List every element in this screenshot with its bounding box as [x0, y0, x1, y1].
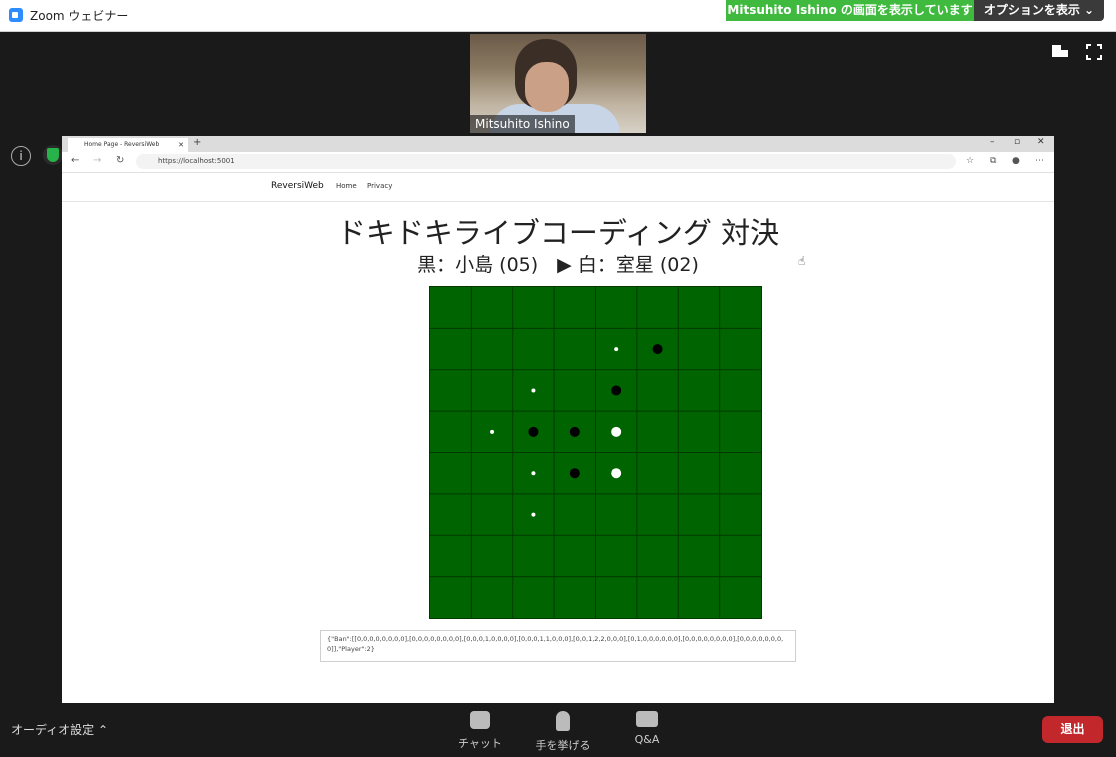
- layout-toggle-icon[interactable]: [1052, 44, 1068, 62]
- black-stone: [569, 426, 580, 437]
- refresh-icon[interactable]: ↻: [116, 155, 124, 166]
- turn-status: 黒：小島 (05) ▶ 白：室星 (02): [417, 254, 699, 276]
- tab-title: Home Page - ReversiWeb: [84, 141, 160, 148]
- move-hint-dot[interactable]: [614, 347, 619, 352]
- qa-icon: [636, 711, 658, 727]
- leave-button[interactable]: 退出: [1042, 716, 1103, 743]
- move-hint-dot[interactable]: [531, 471, 536, 476]
- page-title: ドキドキライブコーディング 対決: [336, 216, 780, 250]
- move-hint-dot[interactable]: [531, 388, 536, 393]
- move-hint-dot[interactable]: [490, 429, 495, 434]
- chat-icon: [470, 711, 490, 729]
- chat-label: チャット: [458, 737, 502, 750]
- mouse-cursor-icon: ☝: [798, 254, 806, 268]
- zoom-logo-icon: [9, 8, 23, 22]
- browser-tabstrip: Home Page - ReversiWeb ✕ + – ▫ ✕: [62, 136, 1054, 152]
- collections-icon[interactable]: ⧉: [990, 156, 996, 166]
- white-stone: [611, 426, 622, 437]
- new-tab-icon[interactable]: +: [193, 137, 201, 148]
- view-options-button[interactable]: オプションを表示 ⌄: [974, 0, 1104, 21]
- site-brand[interactable]: ReversiWeb: [271, 181, 324, 191]
- black-stone: [528, 426, 539, 437]
- video-person-face: [525, 62, 569, 112]
- reversi-board[interactable]: [429, 286, 762, 619]
- screen-share-banner: Mitsuhito Ishino の画面を表示しています: [726, 0, 974, 21]
- url-field[interactable]: https://localhost:5001: [136, 154, 956, 169]
- chat-button[interactable]: チャット: [445, 711, 515, 751]
- qa-label: Q&A: [634, 733, 660, 746]
- window-title: Zoom ウェビナー: [30, 9, 129, 23]
- nav-home-link[interactable]: Home: [336, 182, 357, 190]
- forward-icon[interactable]: →: [93, 155, 101, 166]
- favorite-icon[interactable]: ☆: [966, 156, 974, 166]
- black-stone: [569, 468, 580, 479]
- minimize-icon[interactable]: –: [990, 137, 995, 147]
- raise-hand-icon: [556, 711, 570, 731]
- site-navbar: ReversiWeb Home Privacy: [62, 173, 1054, 202]
- fullscreen-icon[interactable]: [1086, 44, 1102, 64]
- close-window-icon[interactable]: ✕: [1037, 137, 1045, 147]
- tab-close-icon[interactable]: ✕: [178, 138, 184, 152]
- white-stone: [611, 468, 622, 479]
- security-shield-icon[interactable]: [43, 145, 63, 165]
- speaker-video[interactable]: Mitsuhito Ishino: [470, 34, 646, 133]
- profile-icon[interactable]: ●: [1012, 156, 1020, 166]
- black-stone: [611, 385, 622, 396]
- browser-addressbar: ← → ↻ https://localhost:5001 ☆ ⧉ ● ⋯: [62, 152, 1054, 173]
- raise-hand-label: 手を挙げる: [535, 739, 591, 752]
- shared-browser-window: Home Page - ReversiWeb ✕ + – ▫ ✕ ← → ↻ h…: [62, 136, 1054, 703]
- restore-icon[interactable]: ▫: [1014, 137, 1020, 147]
- zoom-toolbar: オーディオ設定 ⌃ チャット 手を挙げる Q&A 退出: [0, 703, 1116, 757]
- qa-button[interactable]: Q&A: [612, 711, 682, 746]
- speaker-name-label: Mitsuhito Ishino: [470, 115, 575, 133]
- zoom-titlebar: Zoom ウェビナー Mitsuhito Ishino の画面を表示しています …: [0, 0, 1116, 32]
- browser-tab[interactable]: Home Page - ReversiWeb ✕: [68, 138, 188, 152]
- raise-hand-button[interactable]: 手を挙げる: [528, 711, 598, 753]
- board-state-json[interactable]: {"Ban":[[0,0,0,0,0,0,0,0],[0,0,0,0,0,0,0…: [320, 630, 796, 662]
- audio-settings-button[interactable]: オーディオ設定 ⌃: [11, 721, 108, 738]
- nav-privacy-link[interactable]: Privacy: [367, 182, 392, 190]
- back-icon[interactable]: ←: [71, 155, 79, 166]
- more-menu-icon[interactable]: ⋯: [1035, 156, 1044, 166]
- info-icon[interactable]: i: [11, 146, 31, 166]
- move-hint-dot[interactable]: [531, 512, 536, 517]
- black-stone: [652, 344, 663, 355]
